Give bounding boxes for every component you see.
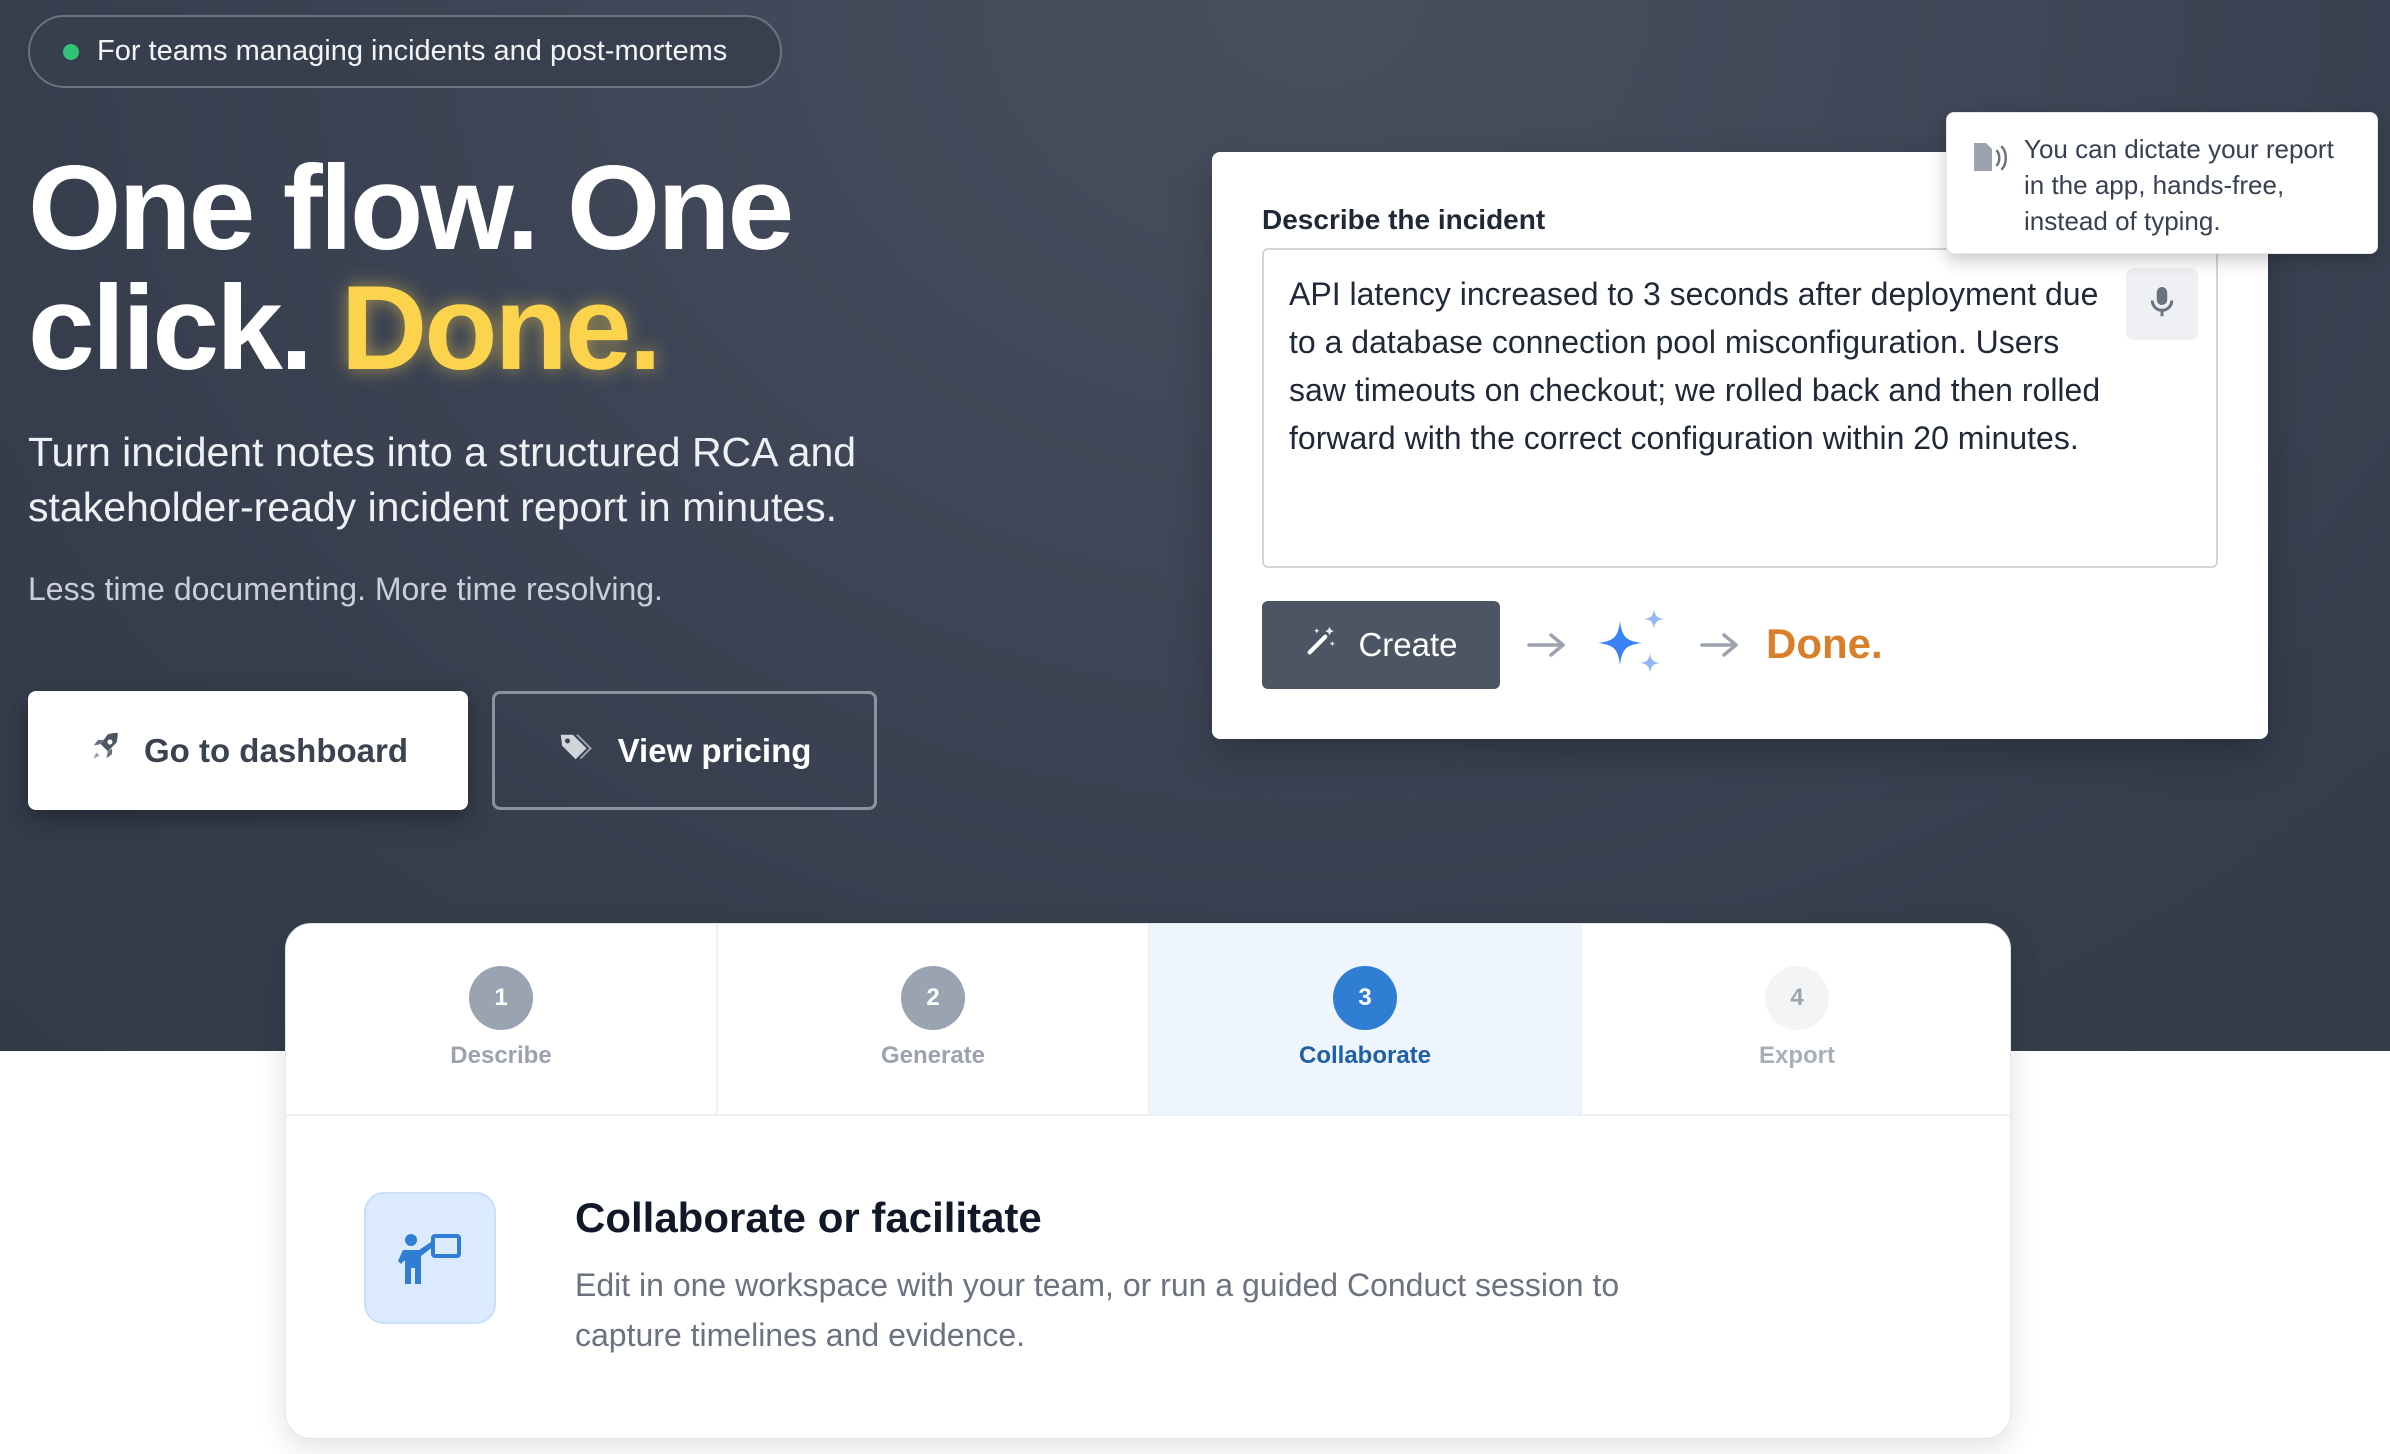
tag-icon	[558, 730, 596, 772]
step-label: Export	[1758, 1042, 1835, 1069]
done-label: Done.	[1766, 620, 1883, 667]
workflow-steps-panel: 1 Describe 2 Generate 3 Collaborate 4 Ex…	[285, 923, 2011, 1439]
create-button[interactable]: Create	[1262, 601, 1500, 689]
go-to-dashboard-button[interactable]: Go to dashboard	[28, 691, 468, 810]
incident-textarea[interactable]: API latency increased to 3 seconds after…	[1262, 248, 2218, 568]
incident-field-label: Describe the incident	[1262, 204, 1546, 235]
step-number: 2	[901, 966, 965, 1030]
create-label: Create	[1358, 626, 1458, 663]
audience-badge: For teams managing incidents and post-mo…	[28, 15, 782, 88]
presenter-icon	[364, 1192, 496, 1324]
view-pricing-label: View pricing	[617, 731, 812, 769]
hero-subtitle: Turn incident notes into a structured RC…	[28, 429, 857, 530]
headline-line-2: click.	[28, 261, 313, 395]
step-tab-export[interactable]: 4 Export	[1582, 924, 2010, 1114]
badge-text: For teams managing incidents and post-mo…	[97, 35, 728, 67]
voice-speaker-icon	[1971, 141, 2009, 180]
step-label: Generate	[880, 1042, 986, 1069]
view-pricing-button[interactable]: View pricing	[492, 691, 877, 810]
go-to-dashboard-label: Go to dashboard	[144, 731, 408, 769]
step-label: Describe	[450, 1042, 552, 1069]
hero-tagline: Less time documenting. More time resolvi…	[28, 571, 663, 607]
dictation-tooltip: You can dictate your report in the app, …	[1946, 112, 2378, 254]
rocket-icon	[88, 730, 122, 772]
tooltip-text: You can dictate your report in the app, …	[2024, 134, 2334, 236]
step-tabs: 1 Describe 2 Generate 3 Collaborate 4 Ex…	[286, 924, 2010, 1116]
incident-textarea-value[interactable]: API latency increased to 3 seconds after…	[1289, 270, 2109, 462]
magic-wand-icon	[1304, 624, 1338, 666]
step-detail-title: Collaborate or facilitate	[575, 1194, 1042, 1241]
step-number: 4	[1765, 966, 1829, 1030]
step-number: 3	[1333, 966, 1397, 1030]
step-detail-description: Edit in one workspace with your team, or…	[575, 1267, 1620, 1353]
arrow-right-icon	[1698, 630, 1742, 665]
step-tab-collaborate[interactable]: 3 Collaborate	[1150, 924, 1582, 1114]
hero-section: For teams managing incidents and post-mo…	[0, 0, 2390, 1051]
headline-highlight: Done.	[340, 261, 662, 395]
hero-headline: One flow. One click. Done.	[28, 148, 794, 388]
microphone-icon	[2147, 284, 2177, 325]
arrow-right-icon	[1525, 630, 1569, 665]
step-tab-describe[interactable]: 1 Describe	[286, 924, 718, 1114]
status-dot-icon	[63, 43, 79, 60]
headline-line-1: One flow. One	[28, 141, 794, 275]
step-label: Collaborate	[1298, 1042, 1432, 1069]
step-tab-generate[interactable]: 2 Generate	[718, 924, 1150, 1114]
step-number: 1	[469, 966, 533, 1030]
dictate-button[interactable]	[2126, 268, 2198, 340]
sparkles-icon	[1592, 607, 1672, 690]
